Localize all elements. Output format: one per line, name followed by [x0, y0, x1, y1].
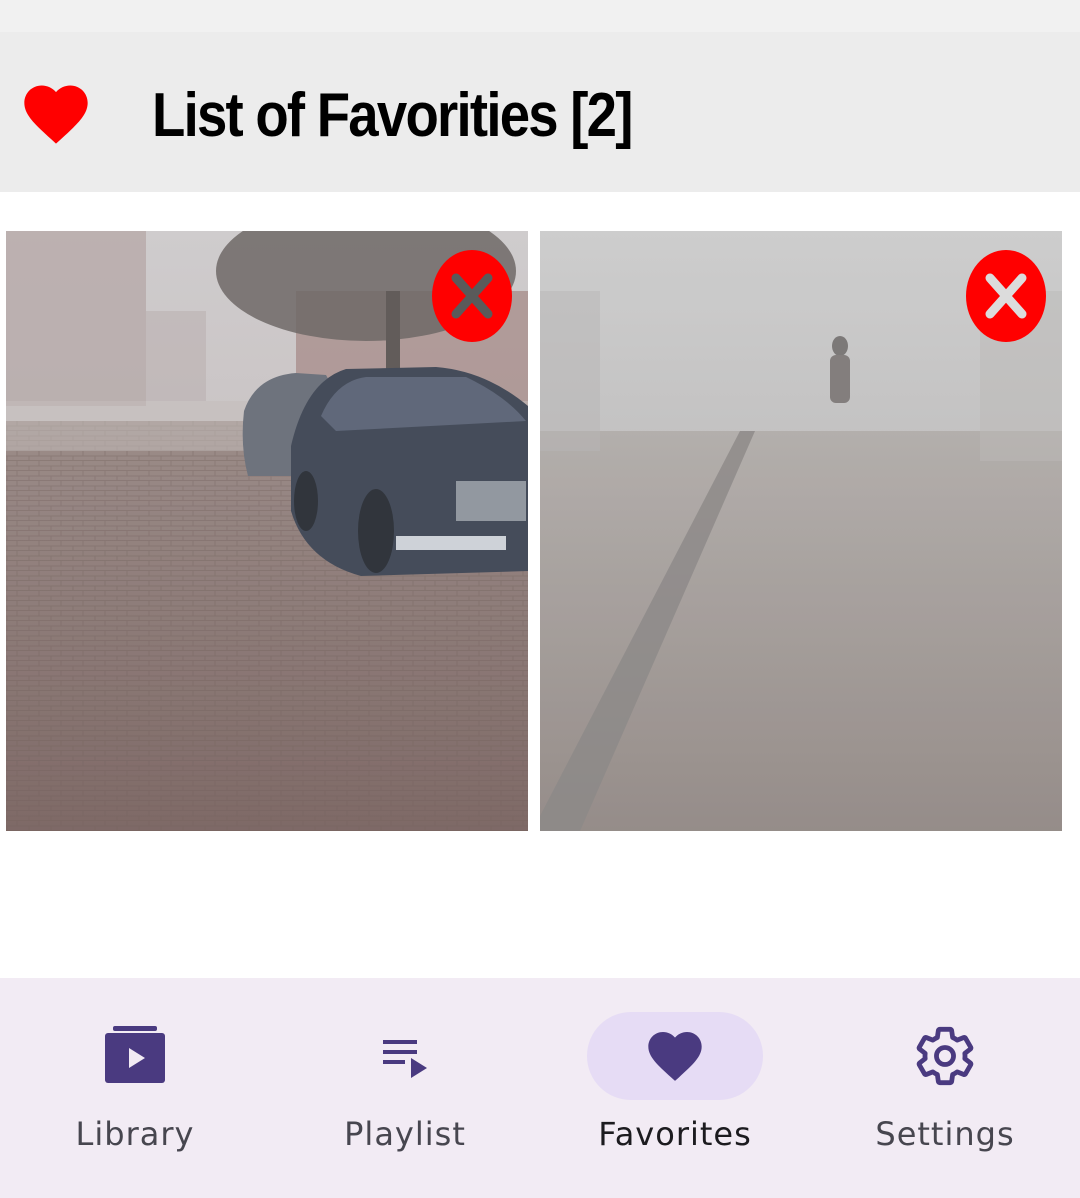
page-title: List of Favorities [2] [152, 81, 633, 150]
bottom-navigation: Library Playlist Favorites Settings [0, 978, 1080, 1198]
playlist-play-icon [373, 1024, 437, 1088]
video-library-icon [103, 1024, 167, 1088]
remove-favorite-button[interactable] [966, 250, 1046, 342]
favorite-thumbnail[interactable] [6, 231, 528, 831]
nav-item-library[interactable]: Library [0, 978, 270, 1198]
status-bar [0, 0, 1080, 32]
nav-item-settings[interactable]: Settings [810, 978, 1080, 1198]
remove-favorite-button[interactable] [432, 250, 512, 342]
gear-icon [913, 1024, 977, 1088]
nav-label: Favorites [598, 1115, 752, 1153]
heart-icon [18, 76, 94, 152]
nav-label: Library [75, 1115, 195, 1153]
nav-item-playlist[interactable]: Playlist [270, 978, 540, 1198]
favorite-thumbnail[interactable] [540, 231, 1062, 831]
heart-icon [643, 1024, 707, 1088]
nav-label: Settings [875, 1115, 1015, 1153]
favorites-grid [0, 192, 1080, 978]
nav-label: Playlist [344, 1115, 466, 1153]
app-header: List of Favorities [2] [0, 32, 1080, 192]
nav-item-favorites[interactable]: Favorites [540, 978, 810, 1198]
